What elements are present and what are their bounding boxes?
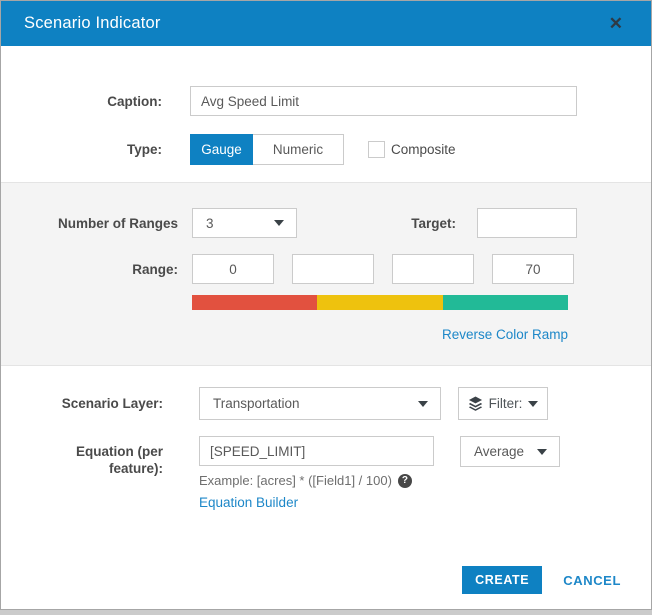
equation-example-text: Example: [acres] * ([Field1] / 100) [199, 473, 392, 488]
aggregation-select[interactable]: Average [460, 436, 560, 467]
chevron-down-icon [274, 220, 284, 226]
range-inputs [192, 254, 574, 284]
equation-label: Equation (per feature): [1, 443, 163, 477]
composite-label: Composite [391, 142, 456, 157]
number-of-ranges-label: Number of Ranges [1, 215, 178, 232]
scenario-layer-select[interactable]: Transportation [199, 387, 441, 420]
caption-input[interactable] [190, 86, 577, 116]
range-input-2[interactable] [292, 254, 374, 284]
scenario-section: Scenario Layer: Transportation Filter: E… [1, 366, 651, 512]
target-input[interactable] [477, 208, 577, 238]
scenario-layer-row: Scenario Layer: Transportation Filter: [1, 387, 651, 420]
dialog-header: Scenario Indicator ✕ [1, 1, 651, 46]
create-button[interactable]: CREATE [462, 566, 542, 594]
ranges-panel: Number of Ranges 3 Target: Range: Revers [1, 182, 651, 366]
color-ramp-segment-red [192, 295, 317, 310]
equation-example-line: Example: [acres] * ([Field1] / 100) ? [199, 473, 434, 488]
color-ramp [192, 295, 568, 310]
help-icon[interactable]: ? [398, 474, 412, 488]
equation-column: Example: [acres] * ([Field1] / 100) ? Eq… [199, 436, 434, 512]
number-of-ranges-value: 3 [206, 216, 214, 231]
dialog-title: Scenario Indicator [1, 14, 161, 33]
type-option-numeric[interactable]: Numeric [253, 134, 344, 165]
reverse-color-ramp-row: Reverse Color Ramp [192, 326, 568, 344]
close-icon[interactable]: ✕ [603, 1, 629, 46]
reverse-color-ramp-link[interactable]: Reverse Color Ramp [442, 327, 568, 342]
range-label: Range: [1, 261, 178, 278]
chevron-down-icon [528, 401, 538, 407]
dialog-footer: CREATE CANCEL [462, 566, 621, 594]
range-row: Range: [1, 254, 651, 284]
number-of-ranges-row: Number of Ranges 3 Target: [1, 208, 651, 238]
equation-builder-link[interactable]: Equation Builder [199, 495, 298, 510]
type-segmented-control: Gauge Numeric [190, 134, 344, 165]
caption-label: Caption: [1, 93, 162, 110]
equation-input[interactable] [199, 436, 434, 466]
equation-builder-line: Equation Builder [199, 494, 434, 512]
layers-icon [468, 396, 483, 411]
general-section: Caption: Type: Gauge Numeric Composite [1, 46, 651, 165]
type-option-gauge[interactable]: Gauge [190, 134, 253, 165]
chevron-down-icon [537, 449, 547, 455]
filter-button[interactable]: Filter: [458, 387, 548, 420]
chevron-down-icon [418, 401, 428, 407]
type-label: Type: [1, 141, 162, 158]
scenario-layer-value: Transportation [213, 396, 300, 411]
aggregation-value: Average [474, 444, 524, 459]
type-row: Type: Gauge Numeric Composite [1, 134, 651, 165]
range-input-1[interactable] [192, 254, 274, 284]
scenario-indicator-dialog: Scenario Indicator ✕ Caption: Type: Gaug… [0, 0, 652, 610]
target-label: Target: [297, 215, 456, 232]
scenario-layer-label: Scenario Layer: [1, 395, 163, 412]
color-ramp-segment-teal [443, 295, 568, 310]
composite-checkbox[interactable] [368, 141, 385, 158]
cancel-button[interactable]: CANCEL [563, 573, 621, 588]
filter-label: Filter: [489, 396, 523, 411]
color-ramp-segment-yellow [317, 295, 442, 310]
range-input-3[interactable] [392, 254, 474, 284]
range-input-4[interactable] [492, 254, 574, 284]
equation-row: Equation (per feature): Example: [acres]… [1, 436, 651, 512]
caption-row: Caption: [1, 86, 651, 116]
number-of-ranges-select[interactable]: 3 [192, 208, 297, 238]
